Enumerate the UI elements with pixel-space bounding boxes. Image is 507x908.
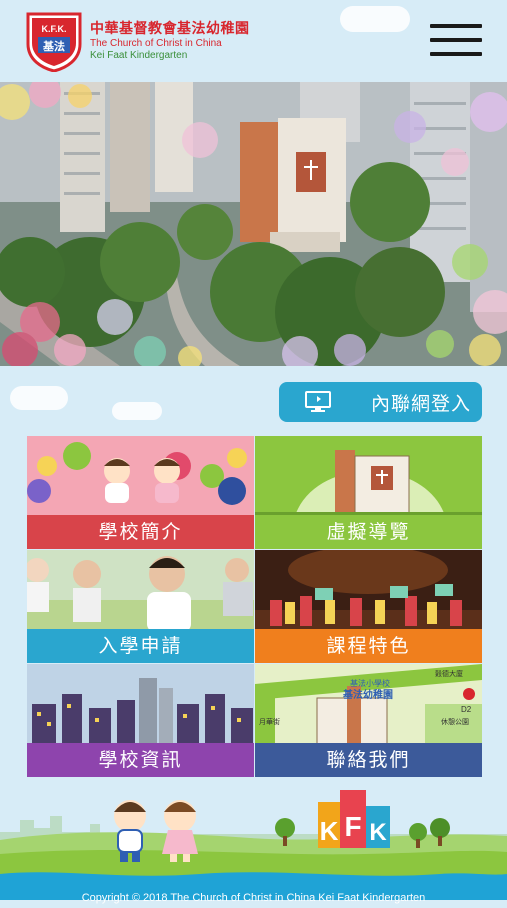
tile-virtual-tour[interactable]: 虛擬導覽 [255, 436, 482, 549]
header: K.F.K. 基法 中華基督教會基法幼稚園 The Church of Chri… [0, 0, 507, 82]
map-label-road-side: 月華街 [259, 717, 280, 726]
mascot-letter-2: F [344, 811, 361, 842]
tile-contact-us[interactable]: 基法小學校 基法幼稚園 穀德大廈 休憩公園 D2 月華街 聯絡我們 [255, 664, 482, 777]
intranet-login-label: 內聯網登入 [371, 392, 472, 415]
tile-school-intro[interactable]: 學校簡介 [27, 436, 254, 549]
tile-school-intro-label: 學校簡介 [27, 515, 254, 549]
tile-contact-us-label: 聯絡我們 [255, 743, 482, 777]
tile-virtual-tour-label: 虛擬導覽 [255, 515, 482, 549]
kfk-letters-logo: K F K [318, 790, 390, 848]
hamburger-icon-line [430, 24, 482, 28]
school-logo[interactable]: K.F.K. 基法 [24, 10, 84, 72]
tile-school-info-label: 學校資訊 [27, 743, 254, 777]
mascot-letter-1: K [320, 816, 339, 846]
copyright-text: Copyright © 2018 The Church of Christ in… [81, 892, 426, 904]
menu-button[interactable] [430, 24, 482, 60]
monitor-icon [305, 391, 331, 412]
school-name-zh: 中華基督教會基法幼稚園 [90, 21, 250, 37]
mascot-girl [162, 800, 198, 862]
footer-illustration: K F K [0, 790, 507, 900]
map-label-code: D2 [461, 705, 472, 714]
cloud [10, 386, 68, 410]
mascot-letter-3: K [369, 819, 387, 846]
map-label-park: 休憩公園 [441, 717, 469, 726]
logo-badge-zh: 基法 [42, 39, 65, 53]
tile-school-info[interactable]: 學校資訊 [27, 664, 254, 777]
hamburger-icon-line [430, 52, 482, 56]
school-name-en-2: Kei Faat Kindergarten [90, 50, 188, 61]
cloud [112, 402, 162, 420]
map-label-school-big: 基法幼稚園 [342, 688, 393, 701]
nav-grid: 學校簡介 虛擬導覽 入學申請 課程特色 學校資訊 基法小學校 基法幼稚園 穀德大… [27, 436, 482, 777]
school-name[interactable]: 中華基督教會基法幼稚園 The Church of Christ in Chin… [90, 20, 280, 62]
map-label-road-top: 穀德大廈 [435, 669, 463, 678]
hamburger-icon-line [430, 38, 482, 42]
tile-admission[interactable]: 入學申請 [27, 550, 254, 663]
hero-banner [0, 82, 507, 366]
tile-admission-label: 入學申請 [27, 629, 254, 663]
intranet-login-button[interactable]: 內聯網登入 [279, 382, 482, 422]
map-label-school-small: 基法小學校 [350, 678, 390, 688]
tile-curriculum[interactable]: 課程特色 [255, 550, 482, 663]
school-name-en-1: The Church of Christ in China [90, 38, 222, 49]
hero-photo [0, 82, 507, 366]
footer-scene: K F K [0, 782, 507, 900]
tile-curriculum-label: 課程特色 [255, 629, 482, 663]
logo-badge-letters: K.F.K. [41, 24, 66, 34]
